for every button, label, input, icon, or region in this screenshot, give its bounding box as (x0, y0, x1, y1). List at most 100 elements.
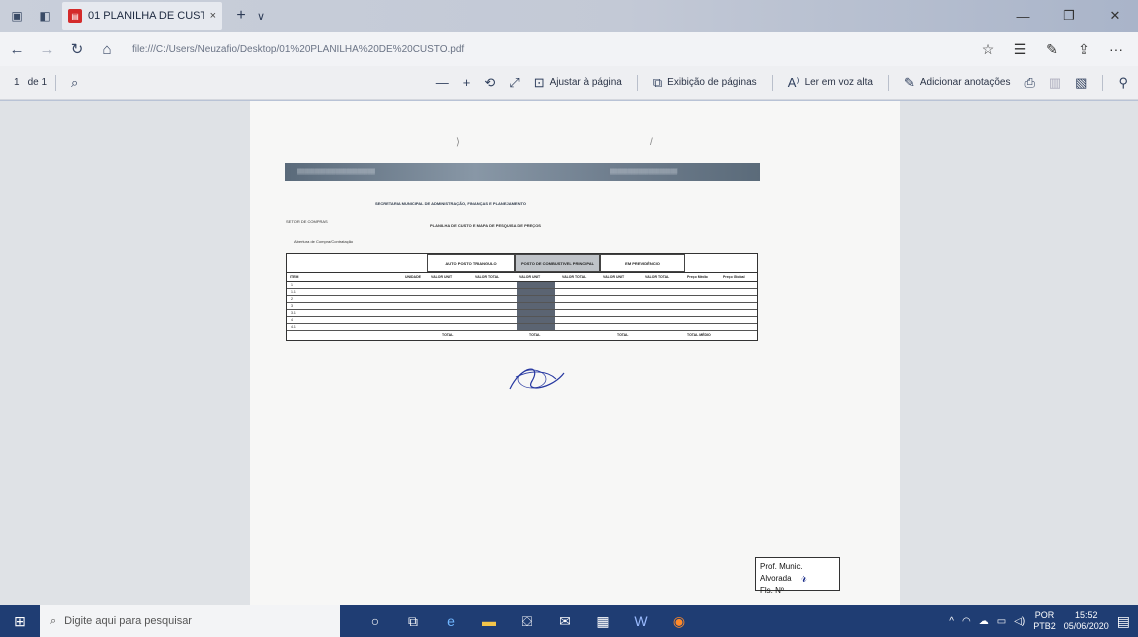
home-button[interactable]: ⌂ (94, 41, 120, 58)
page-view-icon: ⧉ (652, 74, 663, 90)
close-tab-icon[interactable]: × (210, 10, 216, 22)
page-number-input[interactable]: 1 (14, 77, 20, 88)
edge-icon[interactable]: e (436, 605, 466, 637)
word-icon[interactable]: W (626, 605, 656, 637)
pen-icon[interactable]: ✎ (1038, 41, 1066, 58)
maximize-button[interactable]: ❐ (1046, 0, 1092, 32)
clock[interactable]: 15:52 05/06/2020 (1064, 610, 1109, 632)
table-row: 2 (287, 296, 757, 303)
pencil-mark: ⟩ (456, 137, 460, 148)
minimize-button[interactable]: — (1000, 0, 1046, 32)
cortana-icon[interactable]: ○ (360, 605, 390, 637)
pencil-mark: / (650, 137, 653, 148)
handwritten-rubric-icon: 𝓇 (801, 570, 807, 586)
network-icon[interactable]: ◠ (962, 616, 971, 627)
cell-shade (517, 303, 555, 309)
refresh-button[interactable]: ↻ (64, 40, 90, 58)
tab-pdf[interactable]: ▤ 01 PLANILHA DE CUSTC × (62, 2, 222, 30)
volume-icon[interactable]: ◁) (1014, 616, 1025, 627)
tab-list-icon[interactable]: ∨ (252, 10, 270, 23)
setor-label: SETOR DE COMPRAS (286, 219, 328, 224)
print-icon[interactable]: ⎙ (1024, 75, 1034, 91)
cell-shade (517, 296, 555, 302)
more-options-icon[interactable]: ··· (1102, 41, 1130, 58)
close-window-button[interactable]: ✕ (1092, 0, 1138, 32)
search-icon: ⌕ (50, 614, 57, 627)
col-unidade: UNIDADE (405, 275, 421, 279)
col-preco-medio: Preço Médio (687, 275, 708, 279)
save-icon[interactable]: ▥ (1049, 75, 1061, 91)
find-icon[interactable]: ⌕ (71, 75, 78, 91)
task-view-icon[interactable]: ⧉ (398, 605, 428, 637)
price-table: AUTO POSTO TRIANGULO POSTO DE COMBUSTIVE… (286, 253, 758, 341)
ink-pen-icon: ✎ (903, 74, 915, 90)
col-valor-unit: VALOR UNIT (431, 275, 453, 279)
taskbar-search[interactable]: ⌕ Digite aqui para pesquisar (40, 605, 340, 637)
forward-button[interactable]: → (34, 41, 60, 58)
save-as-icon[interactable]: ▧ (1075, 75, 1087, 91)
tab-title: 01 PLANILHA DE CUSTC (88, 10, 204, 22)
table-row: 1 (287, 282, 757, 289)
col-valor-unit: VALOR UNIT (519, 275, 541, 279)
fullscreen-icon[interactable]: ⤢ (509, 75, 519, 91)
group-posto-principal: POSTO DE COMBUSTIVEL PRINCIPAL (515, 254, 600, 272)
document-header-banner: ▒▒▒▒▒▒▒▒▒▒▒▒▒▒▒▒▒▒▒▒▒▒ ▒▒▒▒▒▒▒▒▒▒▒▒▒▒▒▒▒… (285, 163, 760, 181)
planilha-title: PLANILHA DE CUSTO E MAPA DE PESQUISA DE … (430, 223, 541, 228)
zoom-out-button[interactable]: — (436, 75, 449, 90)
document-viewer[interactable]: ⟩ / ▒▒▒▒▒▒▒▒▒▒▒▒▒▒▒▒▒▒▒▒▒▒ ▒▒▒▒▒▒▒▒▒▒▒▒▒… (0, 101, 1138, 605)
set-tabs-aside-icon[interactable]: ◧ (34, 5, 56, 27)
share-icon[interactable]: ⇪ (1070, 41, 1098, 58)
back-button[interactable]: ← (4, 41, 30, 58)
page-count-label: de 1 (27, 77, 48, 88)
onedrive-icon[interactable]: ☁ (979, 616, 989, 627)
table-row: 1.1 (287, 289, 757, 296)
fit-page-button[interactable]: ⊡ Ajustar à página (534, 75, 622, 91)
notifications-icon[interactable]: ▤ (1117, 613, 1130, 630)
rotate-icon[interactable]: ⟲ (484, 75, 495, 91)
pdf-page: ⟩ / ▒▒▒▒▒▒▒▒▒▒▒▒▒▒▒▒▒▒▒▒▒▒ ▒▒▒▒▒▒▒▒▒▒▒▒▒… (250, 101, 900, 605)
aviso-label: Abertura de Compra/Contratação (294, 239, 354, 244)
col-item: ITEM (290, 275, 299, 279)
separator (887, 74, 889, 91)
store-icon[interactable]: ⛋ (512, 605, 542, 637)
language-indicator[interactable]: POR PTB2 (1033, 610, 1056, 632)
new-tab-button[interactable]: + (230, 7, 252, 25)
table-row: 3 (287, 303, 757, 310)
signature-icon (509, 368, 565, 390)
add-notes-button[interactable]: ✎ Adicionar anotações (904, 75, 1011, 91)
protocol-stamp: Prof. Munic. Alvorada Fls. Nº 𝓇 (755, 557, 840, 595)
group-em-previdencio: EM PREVIDÊNCIO (600, 254, 685, 272)
firefox-icon[interactable]: ◉ (664, 605, 694, 637)
url-field[interactable]: file:///C:/Users/Neuzafio/Desktop/01%20P… (132, 44, 974, 55)
cell-shade (517, 282, 555, 288)
col-preco-global: Preço Global (723, 275, 745, 279)
read-aloud-button[interactable]: A⁾ Ler em voz alta (788, 75, 873, 91)
separator (55, 74, 57, 91)
separator (636, 74, 638, 91)
zoom-in-button[interactable]: + (463, 75, 471, 90)
table-row: 3.1 (287, 310, 757, 317)
viewer-background (900, 101, 1138, 605)
table-row: 4 (287, 317, 757, 324)
mail-icon[interactable]: ✉ (550, 605, 580, 637)
show-hidden-icons-icon[interactable]: ^ (949, 616, 954, 627)
battery-icon[interactable]: ▭ (997, 616, 1006, 627)
fit-page-icon: ⊡ (533, 74, 545, 90)
favorites-list-icon[interactable]: ☰ (1006, 41, 1034, 58)
search-placeholder: Digite aqui para pesquisar (64, 615, 192, 627)
page-view-button[interactable]: ⧉ Exibição de páginas (653, 75, 757, 91)
favorite-star-icon[interactable]: ☆ (974, 41, 1002, 58)
window-controls: — ❐ ✕ (1000, 0, 1138, 32)
file-explorer-icon[interactable]: ▬ (474, 605, 504, 637)
windows-start-icon[interactable]: ⊞ (0, 605, 40, 637)
col-valor-unit: VALOR UNIT (603, 275, 625, 279)
system-tray: ^ ◠ ☁ ▭ ◁) POR PTB2 15:52 05/06/2020 ▤ (949, 605, 1138, 637)
table-total-row: TOTAL TOTAL TOTAL TOTAL MÉDIO (442, 333, 711, 337)
pin-toolbar-icon[interactable]: ⚲ (1118, 75, 1128, 91)
cell-shade (517, 310, 555, 316)
title-bar: ▣ ◧ ▤ 01 PLANILHA DE CUSTC × + ∨ — ❐ ✕ (0, 0, 1138, 32)
secretaria-heading: SECRETARIA MUNICIPAL DE ADMINISTRAÇÃO, F… (375, 201, 526, 206)
calculator-icon[interactable]: ▦ (588, 605, 618, 637)
tab-actions-icon[interactable]: ▣ (6, 5, 28, 27)
group-auto-posto: AUTO POSTO TRIANGULO (427, 254, 515, 272)
